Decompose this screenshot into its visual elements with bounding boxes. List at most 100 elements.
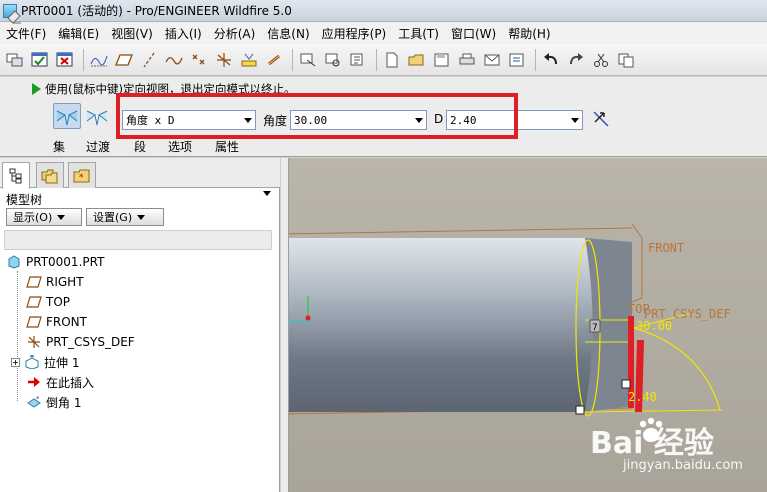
tab-model-tree[interactable] xyxy=(2,162,30,189)
show-button[interactable]: 显示(O) xyxy=(6,208,82,226)
copy-icon[interactable] xyxy=(615,49,637,71)
chevron-down-icon xyxy=(57,214,66,220)
datum-plane-icon xyxy=(26,295,42,309)
cut-icon[interactable] xyxy=(590,49,612,71)
distance-dimension-label: 2.40 xyxy=(628,390,657,404)
sketch-icon[interactable] xyxy=(88,49,110,71)
tree-item-extrude[interactable]: 拉伸 1 xyxy=(10,353,79,371)
insert-here-arrow-icon xyxy=(26,375,42,389)
transition-mode-button[interactable] xyxy=(83,103,111,129)
tree-item-part[interactable]: PRT0001.PRT xyxy=(6,253,104,271)
dimension-handle-label: 7 xyxy=(592,323,598,333)
window-icon[interactable] xyxy=(4,49,26,71)
coordinate-system-icon[interactable] xyxy=(213,49,235,71)
tree-item-front[interactable]: FRONT xyxy=(26,313,87,331)
tree-item-insert-here[interactable]: 在此插入 xyxy=(26,373,94,391)
navigator-panel: * 模型树 显示(O) 设置(G) PRT0001.PRT RIGHT TOP … xyxy=(0,158,280,492)
tree-item-chamfer[interactable]: * 倒角 1 xyxy=(26,393,81,411)
analysis-icon[interactable] xyxy=(238,49,260,71)
datum-edge-top xyxy=(282,227,633,235)
chevron-down-icon xyxy=(568,111,582,129)
menu-info[interactable]: 信息(N) xyxy=(261,25,315,42)
angle-dimension-label: 30.00 xyxy=(636,319,672,333)
menu-view[interactable]: 视图(V) xyxy=(105,25,159,42)
csys-icon xyxy=(26,335,42,349)
datum-axis-icon[interactable] xyxy=(138,49,160,71)
tree-item-label: FRONT xyxy=(46,315,87,329)
chevron-down-icon xyxy=(137,214,146,220)
baidu-watermark: Bai 经验 xyxy=(590,426,714,461)
tab-folder-browser[interactable] xyxy=(36,162,64,188)
csys-label: PRT_CSYS_DEF xyxy=(644,307,731,321)
redo-icon[interactable] xyxy=(565,49,587,71)
settings-button[interactable]: 设置(G) xyxy=(86,208,164,226)
tree-item-csys[interactable]: PRT_CSYS_DEF xyxy=(26,333,135,351)
menu-tools[interactable]: 工具(T) xyxy=(392,25,445,42)
favorites-icon: * xyxy=(73,169,90,183)
tree-item-top[interactable]: TOP xyxy=(26,293,70,311)
tree-item-label: 在此插入 xyxy=(46,375,95,390)
extrude-icon xyxy=(24,355,40,369)
datum-point-icon[interactable] xyxy=(188,49,210,71)
drag-handle[interactable] xyxy=(621,379,631,389)
view-orient-icon[interactable] xyxy=(297,49,319,71)
new-file-icon[interactable] xyxy=(381,49,403,71)
print-icon[interactable] xyxy=(456,49,478,71)
menu-insert[interactable]: 插入(I) xyxy=(159,25,208,42)
window-title: PRT0001 (活动的) - Pro/ENGINEER Wildfire 5.… xyxy=(21,4,292,18)
close-window-icon[interactable] xyxy=(54,49,76,71)
tree-item-right[interactable]: RIGHT xyxy=(26,273,84,291)
chevron-down-icon[interactable] xyxy=(263,191,271,196)
panel-splitter[interactable] xyxy=(281,158,289,492)
open-file-icon[interactable] xyxy=(406,49,428,71)
folder-icon xyxy=(41,169,58,183)
prompt-arrow-icon xyxy=(32,83,41,95)
model-tree-icon[interactable] xyxy=(347,49,369,71)
chamfer-set-icon xyxy=(56,110,78,126)
flip-direction-icon[interactable] xyxy=(592,110,610,128)
tree-connector xyxy=(17,271,18,401)
model-tree-title: 模型树 xyxy=(6,193,43,207)
navigator-tabs: * xyxy=(0,158,280,189)
menu-window[interactable]: 窗口(W) xyxy=(445,25,502,42)
main-toolbar xyxy=(0,44,767,76)
settings-button-label: 设置(G) xyxy=(93,211,133,224)
undo-icon[interactable] xyxy=(540,49,562,71)
set-mode-button[interactable] xyxy=(53,103,81,129)
tree-item-label: 倒角 1 xyxy=(46,395,82,410)
tree-item-label: PRT0001.PRT xyxy=(26,255,105,269)
drag-handle[interactable] xyxy=(575,405,585,415)
svg-text:*: * xyxy=(79,173,84,183)
tree-search-bar[interactable] xyxy=(4,230,272,250)
tree-item-label: RIGHT xyxy=(46,275,84,289)
tab-favorites[interactable]: * xyxy=(68,162,96,188)
toolbar-separator xyxy=(292,48,293,71)
email-icon[interactable] xyxy=(481,49,503,71)
expand-plus-icon[interactable] xyxy=(10,355,20,369)
regenerate-icon[interactable] xyxy=(506,49,528,71)
menu-help[interactable]: 帮助(H) xyxy=(502,25,556,42)
tab-sets[interactable]: 集 xyxy=(53,138,65,155)
datum-curve-icon[interactable] xyxy=(163,49,185,71)
toolbar-separator xyxy=(376,48,377,71)
tab-transitions[interactable]: 过渡 xyxy=(86,138,110,155)
csys-origin xyxy=(305,315,311,321)
datum-plane-icon[interactable] xyxy=(113,49,135,71)
menu-analysis[interactable]: 分析(A) xyxy=(208,25,262,42)
tab-segments[interactable]: 段 xyxy=(134,138,146,155)
front-plane-outline xyxy=(631,223,643,303)
toolbar-separator xyxy=(83,48,84,71)
tab-properties[interactable]: 属性 xyxy=(215,138,239,155)
save-icon[interactable] xyxy=(431,49,453,71)
front-plane-label: FRONT xyxy=(648,241,684,255)
tab-options[interactable]: 选项 xyxy=(168,138,192,155)
view-manager-icon[interactable] xyxy=(322,49,344,71)
activate-icon[interactable] xyxy=(29,49,51,71)
menu-file[interactable]: 文件(F) xyxy=(0,25,52,42)
datum-plane-icon xyxy=(26,275,42,289)
menu-edit[interactable]: 编辑(E) xyxy=(52,25,105,42)
chamfer-transition-icon xyxy=(86,110,108,126)
menu-applications[interactable]: 应用程序(P) xyxy=(316,25,393,42)
link-icon[interactable] xyxy=(263,49,285,71)
tree-item-label: PRT_CSYS_DEF xyxy=(46,335,135,349)
